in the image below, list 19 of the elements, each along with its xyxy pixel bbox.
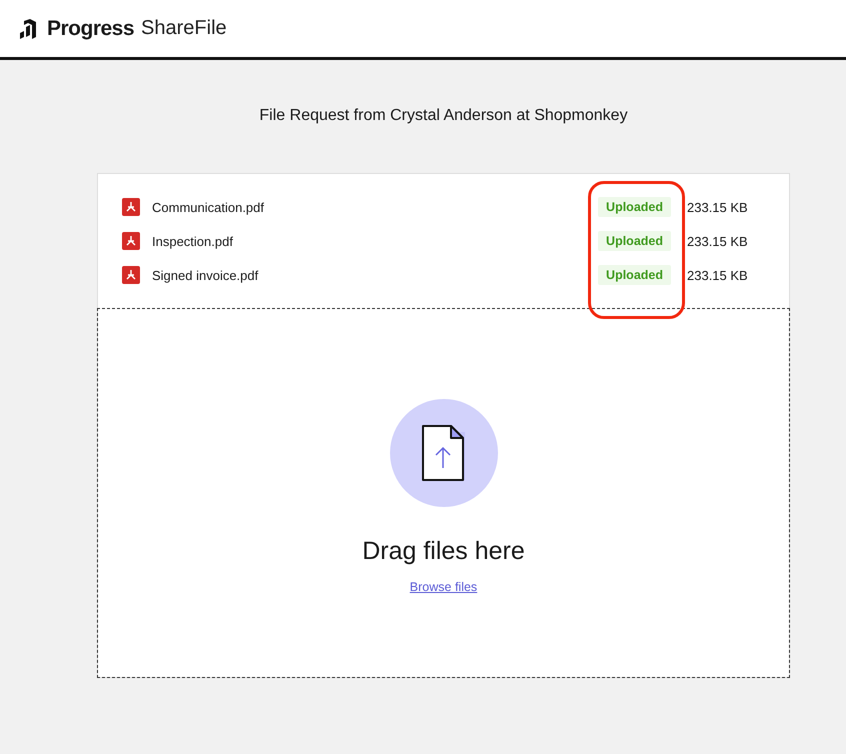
file-size: 233.15 KB: [687, 200, 745, 214]
browse-files-link[interactable]: Browse files: [410, 580, 478, 594]
brand-name: Progress: [47, 16, 134, 40]
pdf-icon: [122, 266, 140, 284]
pdf-icon: [122, 232, 140, 250]
file-name: Communication.pdf: [152, 200, 265, 214]
pdf-icon: [122, 198, 140, 216]
page-title: File Request from Crystal Anderson at Shopmonkey: [258, 107, 629, 125]
file-name: Inspection.pdf: [152, 234, 234, 248]
status-badge: Uploaded: [598, 265, 671, 285]
status-badge: Uploaded: [598, 231, 671, 251]
drop-zone[interactable]: Drag files here Browse files: [97, 308, 790, 678]
file-size: 233.15 KB: [687, 234, 745, 248]
file-name: Signed invoice.pdf: [152, 268, 260, 282]
drop-prompt: Drag files here: [362, 537, 525, 566]
file-size: 233.15 KB: [687, 268, 745, 282]
product-name: ShareFile: [141, 17, 227, 40]
file-upload-icon: [420, 424, 466, 482]
status-badge: Uploaded: [598, 197, 671, 217]
